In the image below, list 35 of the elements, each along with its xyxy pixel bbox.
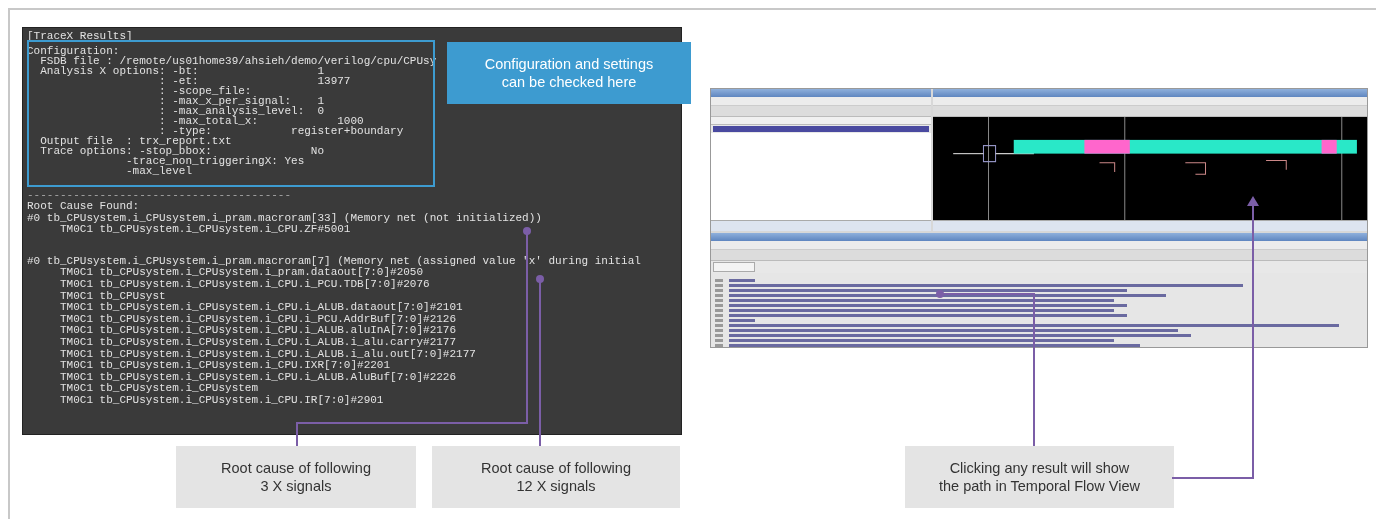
terminal-title: [TraceX Results] <box>27 31 133 41</box>
terminal-line: Configuration: <box>27 46 120 56</box>
terminal-line: : -max_analysis_level: 0 <box>158 106 325 116</box>
terminal-line: : -type: register+boundary <box>159 126 404 136</box>
terminal-line: TM0C1 tb_CPUsystem.i_CPUsystem.i_CPU.i_ALUB.dataout[7:0]#2101 <box>59 302 463 314</box>
terminal-line: -max_level <box>125 166 193 176</box>
terminal-line: #0 tb_CPUsystem.i_CPUsystem.i_pram.macroram[33] (Memory net (not initialized)) <box>27 212 542 224</box>
terminal-line: TM0C1 tb_CPUsystem.i_CPUsystem.i_CPU.i_ALUB.aluInA[7:0]#2176 <box>59 325 457 337</box>
terminal-line: TM0C1 tb_CPUsystem.i_CPUsystem.i_CPU.IXR[7:0]#2201 <box>59 360 391 372</box>
terminal-line: Trace options: -stop_bbox: No <box>39 146 325 156</box>
note-callout: Root cause of following 3 X signals <box>176 446 416 508</box>
terminal-line: TM0C1 tb_CPUsystem.i_CPUsystem.i_pram.dataout[7:0]#2050 <box>60 267 424 279</box>
note-callout: Root cause of following 12 X signals <box>432 446 680 508</box>
terminal-line: TM0C1 tb_CPUsystem.i_CPUsystem.i_CPU.i_ALUB.i_alu.out[7:0]#2177 <box>59 348 476 360</box>
terminal-line: -trace_non_triggeringX: Yes <box>126 156 305 166</box>
blurred-text-line <box>729 319 755 322</box>
terminal-line: : -scope_file: <box>158 86 252 96</box>
blurred-text-line <box>729 279 755 282</box>
terminal-line: TM0C1 tb_CPUsystem.i_CPUsystem.i_CPU.i_PCU.TDB[7:0]#2076 <box>59 278 430 291</box>
terminal-line: TM0C1 tb_CPUsyst <box>59 290 166 302</box>
terminal-line: Output file : trx_report.txt <box>39 136 232 146</box>
terminal-line: TM0C1 tb_CPUsystem.i_CPUsystem.i_CPU.i_ALUB.AluBuf[7:0]#2226 <box>59 371 457 383</box>
terminal-line: Analysis X options: -bt: 1 <box>39 66 325 76</box>
terminal-line: TM0C1 tb_CPUsystem.i_CPUsystem.i_CPU.i_ALUB.i_alu.carry#2177 <box>59 336 457 349</box>
terminal-line: TM0C1 tb_CPUsystem.i_CPUsystem.i_CPU.ZF#5001 <box>59 224 351 236</box>
terminal-line: Root Cause Found: <box>27 201 140 213</box>
terminal-line: : -et: 13977 <box>159 76 351 86</box>
info-callout: Configuration and settings can be checked here <box>447 42 691 104</box>
terminal-line: : -max_total_x: 1000 <box>158 116 364 126</box>
terminal-line: TM0C1 tb_CPUsystem.i_CPUsystem.i_CPU.IR[7:0]#2901 <box>59 394 384 407</box>
separator-line: ---------------------------------------- <box>27 190 292 200</box>
terminal-line: : -max_x_per_signal: 1 <box>158 96 325 106</box>
terminal-line: TM0C1 tb_CPUsystem.i_CPUsystem.i_CPU.i_PCU.AddrBuf[7:0]#2126 <box>59 313 457 325</box>
note-callout: Clicking any result will show the path in Temporal Flow View <box>905 446 1174 508</box>
terminal-line: TM0C1 tb_CPUsystem.i_CPUsystem <box>59 383 259 395</box>
